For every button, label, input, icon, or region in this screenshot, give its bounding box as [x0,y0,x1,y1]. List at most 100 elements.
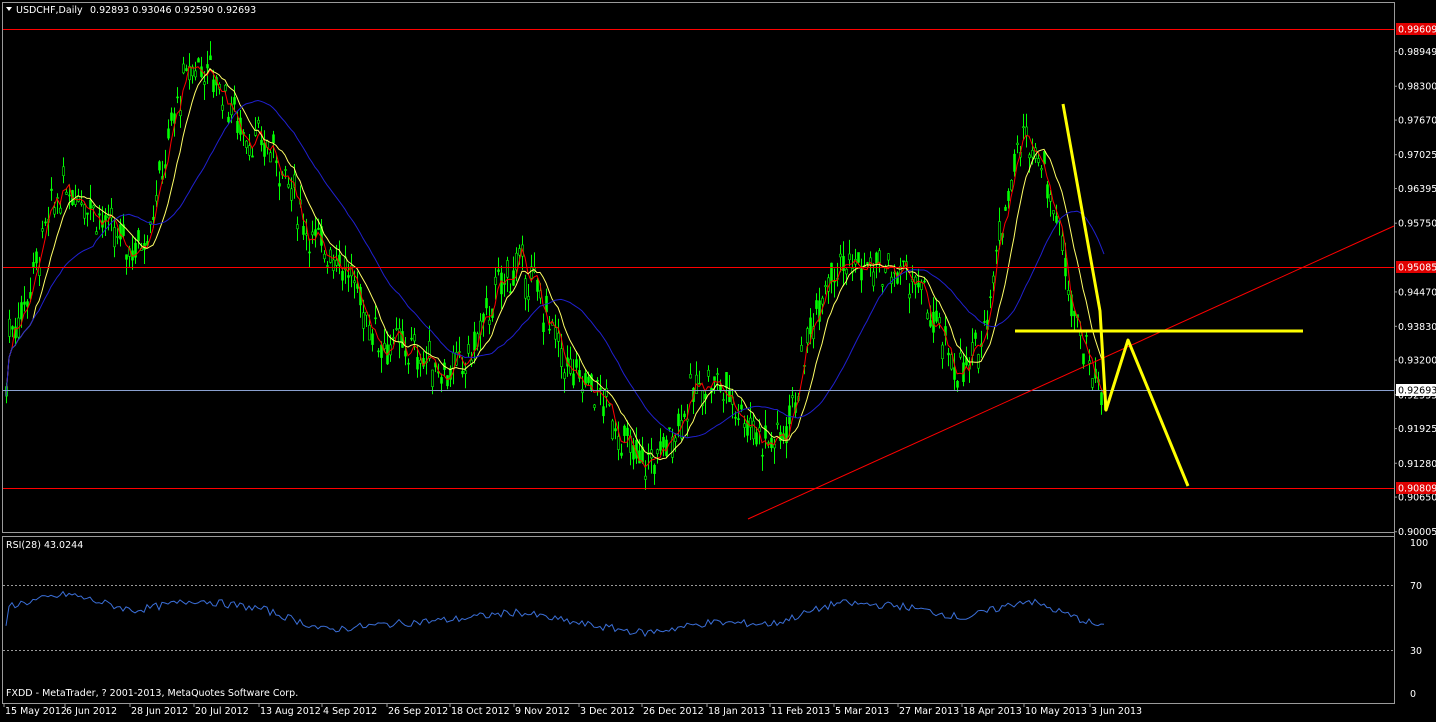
candle [512,256,515,287]
candle-body [1085,335,1088,337]
candle-body [326,265,329,267]
candle-body [950,354,953,370]
candle-body [272,134,275,144]
candle-body [587,376,590,383]
candle-body [908,293,911,299]
candle [947,348,950,367]
candle-body [560,348,563,367]
candle-body [467,344,470,354]
candle [761,448,764,471]
candle [32,252,35,274]
candle-body [227,116,230,123]
candle [818,287,821,331]
candle-body [548,328,551,331]
medium-moving-average-line [5,67,1105,461]
candle [86,212,89,227]
price-axis-label: 0.90005 [1398,527,1436,538]
candle-body [506,260,509,278]
candle-body [788,405,791,425]
candle [1067,280,1070,302]
candle [170,107,173,126]
price-axis-label: 0.93830 [1398,322,1436,333]
candle-body [257,120,260,124]
candle-body [662,436,665,448]
candle [503,273,506,297]
candle-body [596,380,599,382]
candle [407,358,410,374]
candle [593,403,596,411]
candle-body [416,357,419,370]
candle-body [875,252,878,264]
time-axis-label: 20 Jul 2012 [195,706,249,717]
candle [206,50,209,85]
metatrader-chart[interactable]: USDCHF,Daily 0.92893 0.93046 0.92590 0.9… [0,0,1436,719]
candle [488,306,491,335]
candle [1034,142,1037,163]
candle [776,410,779,430]
candle-body [776,422,779,425]
candle [863,252,866,267]
level-label-top: 0.99609 [1398,25,1436,36]
candle [338,240,341,275]
price-axis-label: 0.91280 [1398,459,1436,470]
candle-body [62,166,65,177]
candle [506,256,509,292]
candle-body [269,152,272,163]
candle-body [398,328,401,344]
symbol-menu-icon[interactable] [6,7,12,11]
candle [233,85,236,112]
candle-body [800,345,803,352]
candle [176,87,179,104]
candle [794,392,797,419]
time-axis-label: 10 May 2013 [1025,706,1087,717]
candle-body [485,298,488,309]
candle [278,171,281,201]
price-axis-label: 0.94470 [1398,287,1436,298]
candle [344,245,347,284]
candle-body [95,231,98,235]
candle-body [1028,154,1031,159]
candle-body [203,81,206,85]
candle-body [683,413,686,418]
time-axis-label: 27 Mar 2013 [899,706,959,717]
candle-body [245,140,248,148]
rsi-label: RSI(28) 43.0244 [6,540,83,551]
rsi-panel[interactable] [2,536,1395,704]
time-axis-label: 3 Jun 2013 [1091,706,1142,717]
candle-body [626,427,629,436]
candle [200,56,203,79]
candle-body [263,142,266,157]
candle-body [977,354,980,369]
copyright-footer: FXDD - MetaTrader, ? 2001-2013, MetaQuot… [6,688,298,699]
candle-body [155,195,158,202]
candle-body [41,228,44,232]
candle-body [935,310,938,322]
rising-trendline[interactable] [747,225,1395,520]
candle [446,375,449,390]
candle-body [653,464,656,474]
candle-body [1079,331,1082,336]
candle-body [659,441,662,451]
candle-body [317,227,320,230]
candle-body [698,382,701,385]
candle [878,248,881,273]
time-axis-label: 26 Sep 2012 [388,706,448,717]
candle [596,377,599,396]
time-axis-label: 18 Apr 2013 [963,706,1022,717]
projection-path[interactable] [1061,103,1190,487]
candle-body [761,454,764,457]
candle-body [404,350,407,357]
candle [131,236,134,270]
candle-body [866,262,869,264]
candle-body [737,418,740,420]
candle [509,283,512,294]
candle-body [527,296,530,301]
candle-body [1046,184,1049,199]
candle-body [755,432,758,445]
candle-body [368,325,371,341]
candle [833,268,836,298]
candle-body [107,215,110,218]
candle-body [278,183,281,187]
candle [494,267,497,300]
candle-body [1043,151,1046,165]
